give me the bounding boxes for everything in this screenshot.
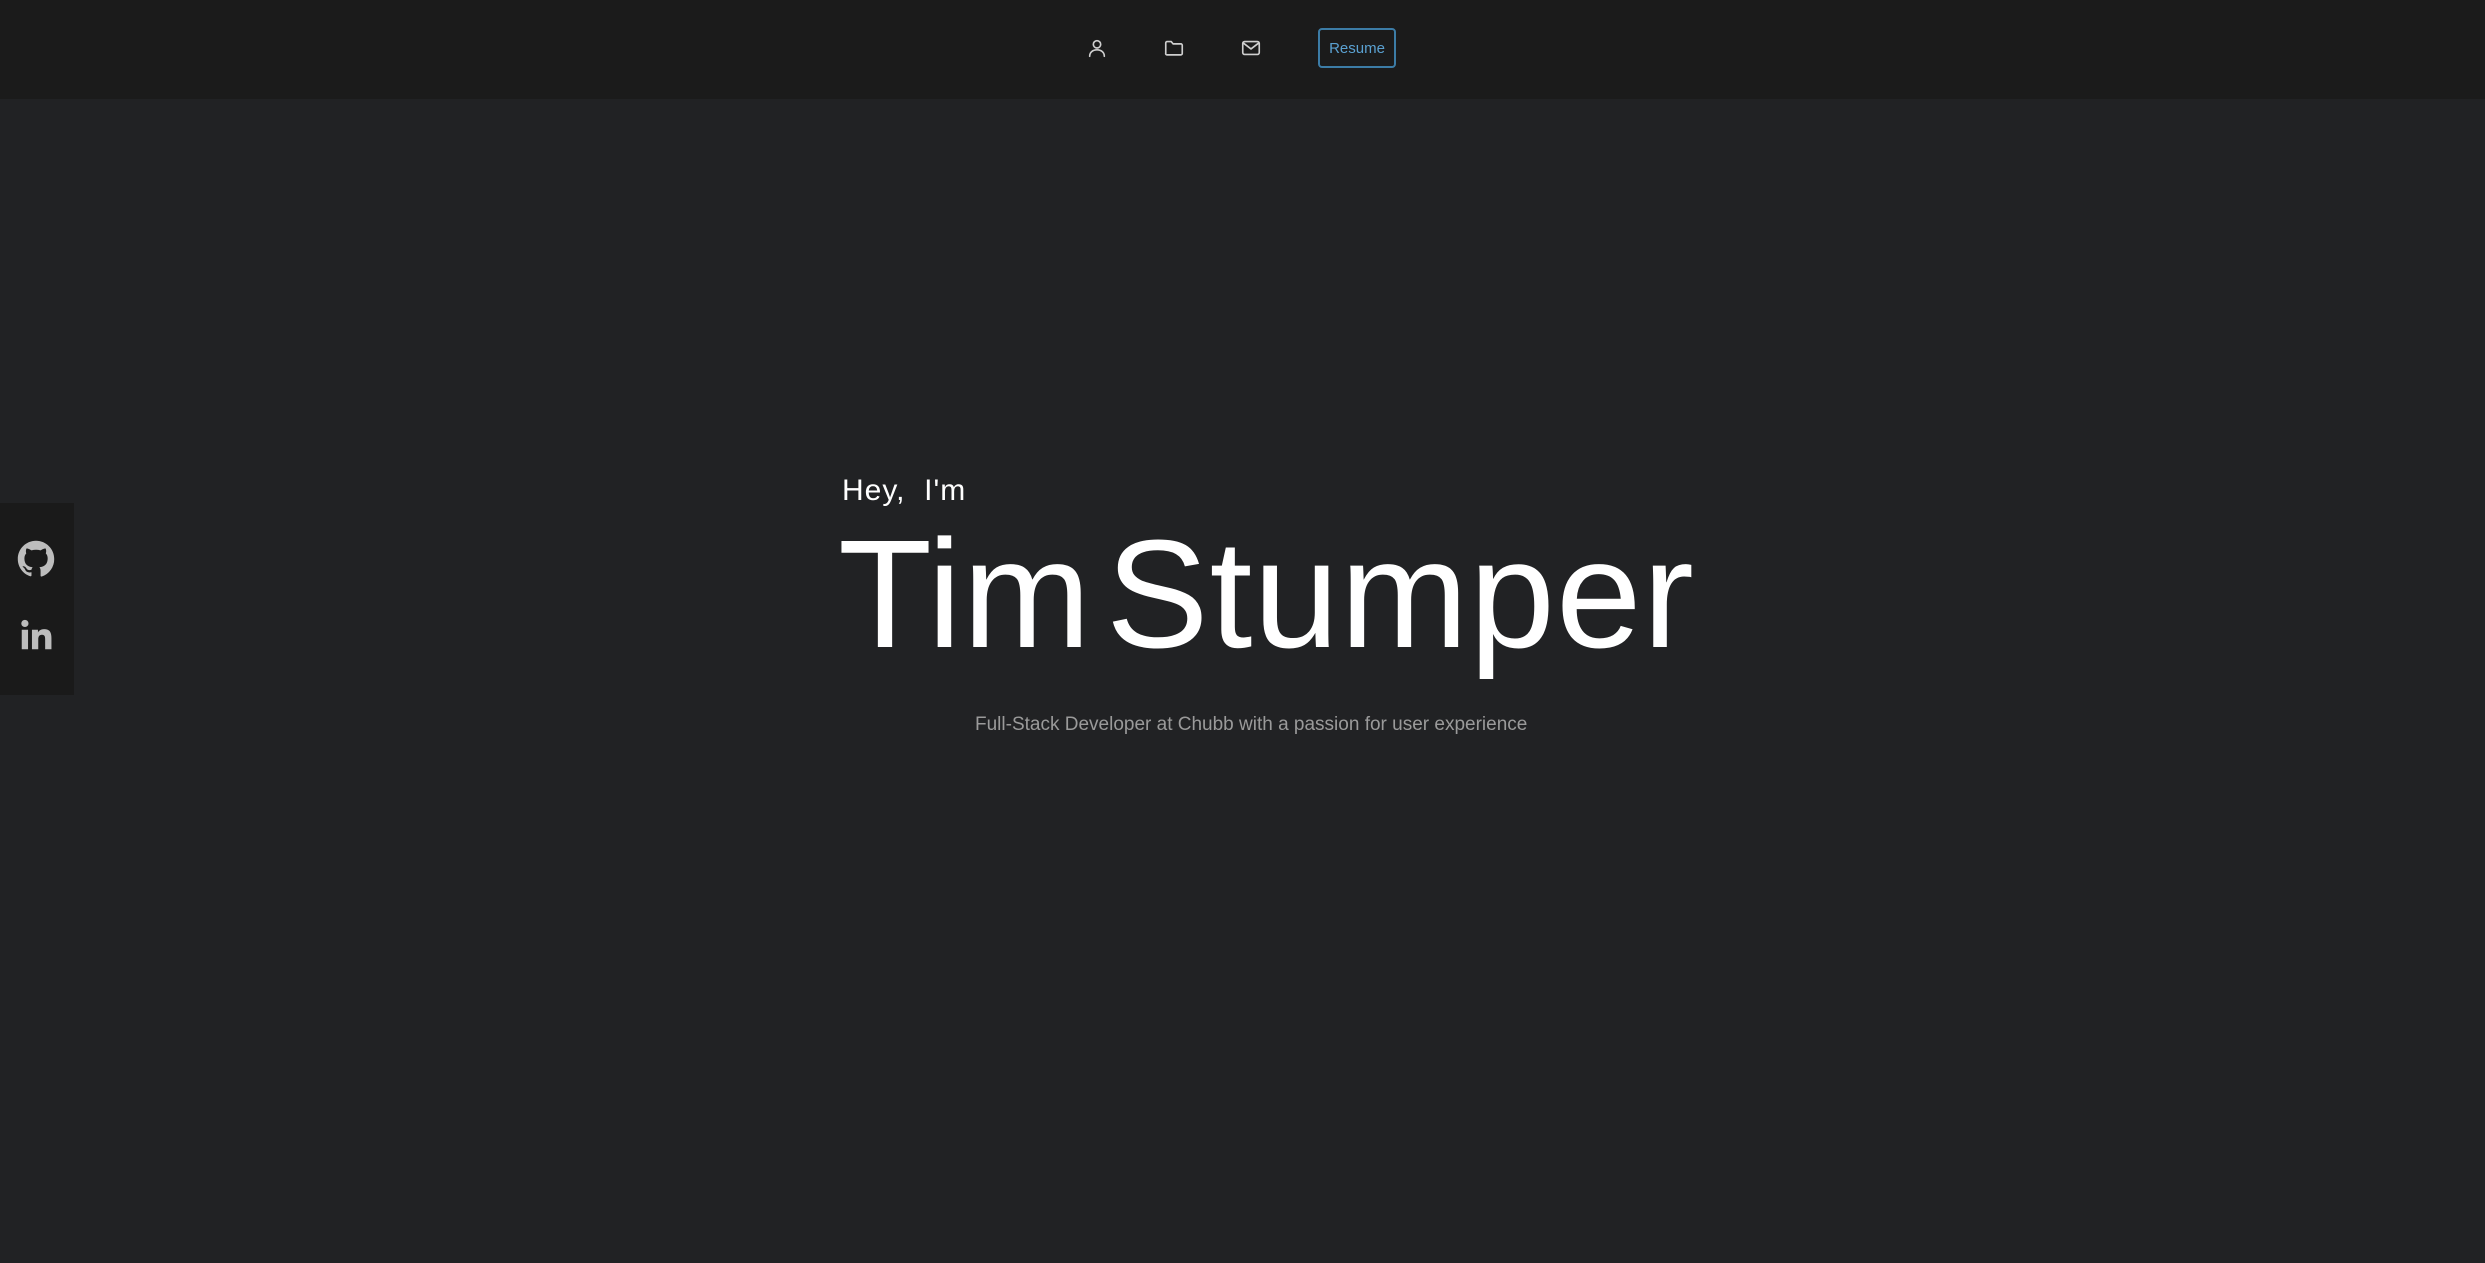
hero-first-name: Tim [838, 508, 1092, 680]
hero-greeting: Hey, I'm [842, 474, 967, 507]
resume-button[interactable]: Resume [1318, 28, 1396, 68]
hero-last-name: Stumper [1105, 508, 1695, 680]
linkedin-icon[interactable] [16, 615, 56, 655]
hero-name: TimStumper [838, 508, 1695, 680]
mail-icon[interactable] [1238, 35, 1264, 61]
github-icon[interactable] [16, 539, 56, 579]
social-sidebar [0, 503, 74, 695]
user-icon[interactable] [1084, 35, 1110, 61]
main-nav: Resume [0, 0, 2485, 99]
hero-tagline: Full-Stack Developer at Chubb with a pas… [975, 714, 1528, 735]
folder-icon[interactable] [1161, 35, 1187, 61]
